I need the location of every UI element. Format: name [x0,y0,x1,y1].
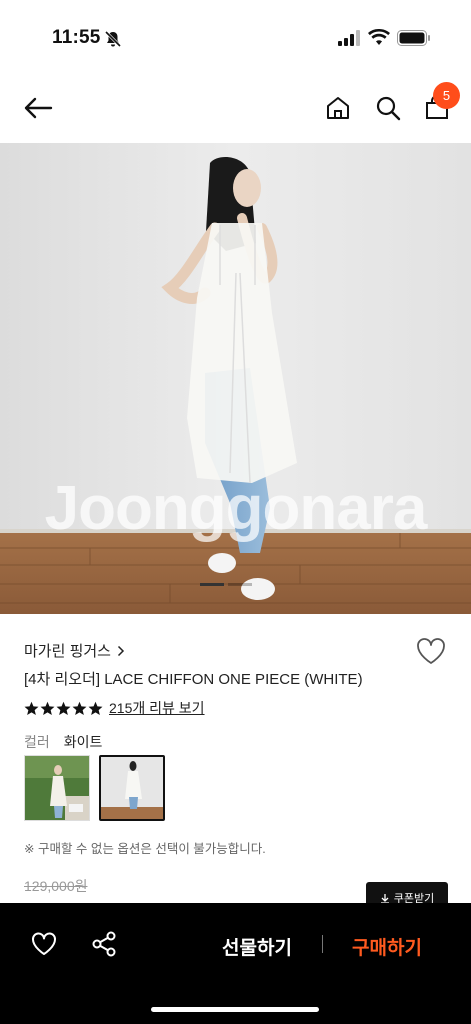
original-price: 129,000원 [24,878,88,894]
status-bar: 11:55 [0,0,471,76]
star-icon [88,701,103,715]
color-value: 화이트 [63,734,103,750]
color-swatches [24,755,165,821]
wishlist-heart-icon[interactable] [415,636,447,666]
star-rating [24,701,103,716]
cart-count-badge: 5 [433,82,460,109]
product-page: 11:55 5 Joonggonara 마가린 핑거스 [4차 리오더] LAC… [0,0,471,1024]
bell-off-icon [104,30,122,48]
download-icon [380,893,389,904]
color-row: 컬러 화이트 [24,732,102,752]
home-button[interactable] [316,76,360,140]
back-arrow-icon [24,97,53,119]
color-swatch-white-selected[interactable] [99,755,165,821]
swatch-thumbnail [25,756,89,820]
chevron-right-icon [117,645,125,656]
color-label: 컬러 [24,734,50,750]
review-link[interactable]: 215개 리뷰 보기 [109,698,205,718]
carousel-dot-active [200,583,224,586]
carousel-dot [228,583,252,586]
star-icon [72,701,87,715]
bottom-action-bar: 선물하기 구매하기 [0,903,471,1024]
search-button[interactable] [366,76,410,140]
heart-icon[interactable] [30,931,58,957]
search-icon [376,96,401,121]
top-nav [0,76,471,142]
brand-name: 마가린 핑거스 [24,643,111,660]
star-icon [56,701,71,715]
watermark-text: Joonggonara [44,474,428,543]
status-time: 11:55 [52,27,101,48]
home-icon [327,97,349,119]
product-title: [4차 리오더] LACE CHIFFON ONE PIECE (WHITE) [24,671,363,688]
carousel-indicator [200,583,252,586]
buy-button[interactable]: 구매하기 [340,931,434,961]
rating-row: 215개 리뷰 보기 [24,698,205,718]
star-icon [40,701,55,715]
brand-link[interactable]: 마가린 핑거스 [24,640,125,661]
battery-icon [397,30,430,46]
divider [322,935,323,953]
signal-icon [338,30,360,46]
swatch-thumbnail [101,757,163,819]
back-button[interactable] [16,76,60,140]
share-icon[interactable] [91,931,117,957]
color-swatch-outdoor[interactable] [24,755,90,821]
wifi-icon [368,29,390,45]
star-icon [24,701,39,715]
product-image-carousel[interactable]: Joonggonara [0,143,471,614]
option-notice: ※ 구매할 수 없는 옵션은 선택이 불가능합니다. [24,842,266,856]
gift-button[interactable]: 선물하기 [210,931,304,961]
home-indicator [151,1007,319,1012]
